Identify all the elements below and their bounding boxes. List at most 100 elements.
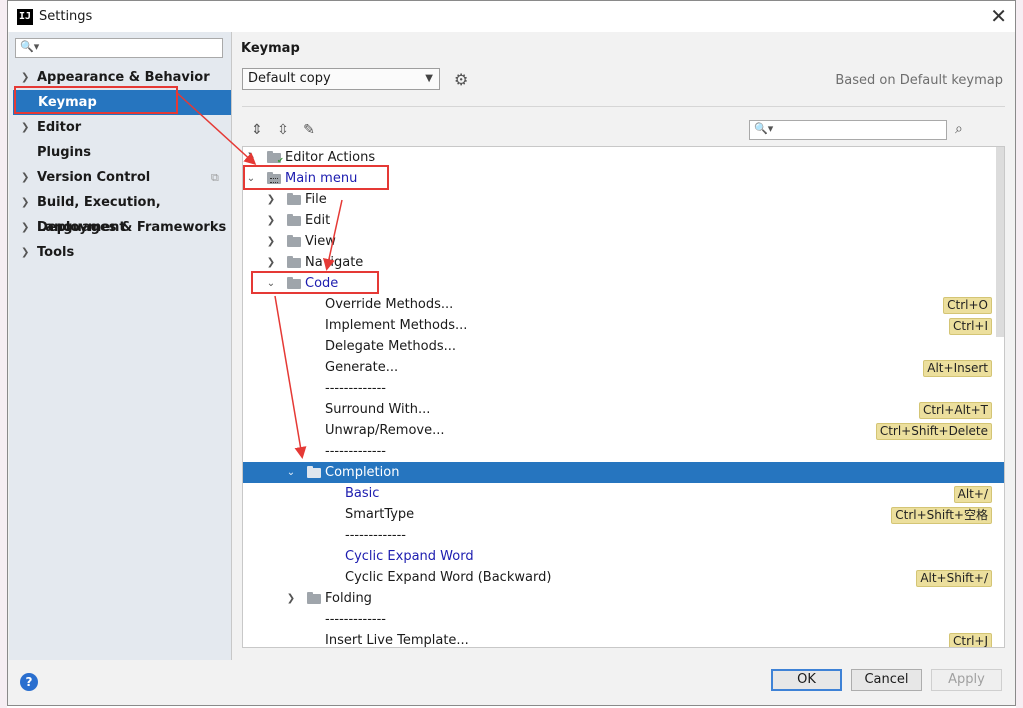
find-by-shortcut-icon[interactable]: ⌕ (955, 121, 963, 137)
tree-row-label: Cyclic Expand Word (Backward) (345, 570, 552, 585)
tree-row-label: Insert Live Template... (325, 633, 469, 648)
tree-row-action[interactable]: Override Methods... Ctrl+O (243, 294, 1004, 315)
tree-row-label: SmartType (345, 507, 415, 522)
expand-all-icon[interactable]: ⇕ (248, 122, 266, 138)
chevron-right-icon: ❯ (266, 215, 276, 226)
tree-row-label: Implement Methods... (325, 318, 468, 333)
tree-row-label: Navigate (305, 255, 364, 270)
tree-row-label: Unwrap/Remove... (325, 423, 445, 438)
cancel-button[interactable]: Cancel (851, 669, 922, 691)
chevron-right-icon: ❯ (21, 222, 30, 233)
sidebar-search-input[interactable]: 🔍▾ (15, 38, 223, 58)
collapse-all-icon[interactable]: ⇳ (274, 122, 292, 138)
sidebar-item-label: Tools (37, 245, 75, 260)
chevron-down-icon: ▼ (425, 73, 433, 84)
gear-icon[interactable]: ⚙ (454, 70, 468, 89)
shortcut-badge: Ctrl+J (949, 633, 992, 647)
tree-row-folding[interactable]: ❯ Folding (243, 588, 1004, 609)
folder-icon (307, 466, 321, 478)
tree-row-label: View (305, 234, 336, 249)
tree-row-label: File (305, 192, 327, 207)
tree-row-action[interactable]: Basic Alt+/ (243, 483, 1004, 504)
based-on-label: Based on Default keymap (835, 73, 1003, 88)
separator-label: ------------- (325, 381, 386, 396)
keymap-tree: ❯ ✔ Editor Actions ⌄ Main menu ❯ File ❯ … (242, 146, 1005, 648)
keymap-select[interactable]: Default copy ▼ (242, 68, 440, 90)
annotation-main-menu-box (243, 165, 389, 190)
annotation-code-box (251, 271, 379, 294)
action-search-input[interactable]: 🔍▾ (749, 120, 947, 140)
sidebar-item-tools[interactable]: ❯ Tools (9, 240, 231, 265)
separator-label: ------------- (325, 612, 386, 627)
ok-button[interactable]: OK (771, 669, 842, 691)
chevron-down-icon: ⌄ (286, 467, 296, 478)
sidebar-item-plugins[interactable]: Plugins (9, 140, 231, 165)
shortcut-badge: Ctrl+I (949, 318, 992, 335)
apply-button[interactable]: Apply (931, 669, 1002, 691)
chevron-right-icon: ❯ (21, 172, 30, 183)
tree-row-label: Generate... (325, 360, 399, 375)
chevron-right-icon: ❯ (21, 122, 30, 133)
tree-row-label: Override Methods... (325, 297, 454, 312)
chevron-right-icon: ❯ (266, 194, 276, 205)
sidebar-item-build-execution-deployment[interactable]: ❯ Build, Execution, Deployment (9, 190, 231, 235)
settings-sidebar: 🔍▾ ❯ Appearance & Behavior Keymap ❯ Edit… (9, 32, 232, 660)
tree-row-separator: ------------- (243, 525, 1004, 546)
page-title: Keymap (241, 41, 300, 56)
chevron-right-icon: ❯ (286, 593, 296, 604)
folder-icon (287, 256, 301, 268)
shortcut-badge: Ctrl+O (943, 297, 992, 314)
tree-row-label: Cyclic Expand Word (345, 549, 474, 564)
separator-label: ------------- (345, 528, 406, 543)
tree-row-label: Basic (345, 486, 380, 501)
tree-row-file[interactable]: ❯ File (243, 189, 1004, 210)
keymap-select-value: Default copy (248, 71, 331, 86)
chevron-right-icon: ❯ (266, 257, 276, 268)
folder-icon (287, 235, 301, 247)
edit-pencil-icon[interactable]: ✎ (300, 122, 318, 138)
help-icon[interactable]: ? (20, 673, 38, 691)
separator-label: ------------- (325, 444, 386, 459)
header-divider (242, 106, 1005, 107)
tree-row-label: Completion (325, 465, 400, 480)
sidebar-item-languages-frameworks[interactable]: ❯ Languages & Frameworks (9, 215, 231, 240)
sidebar-item-version-control[interactable]: ❯ Version Control ⧉ (9, 165, 231, 190)
sidebar-item-editor[interactable]: ❯ Editor (9, 115, 231, 140)
background-desktop-left (0, 0, 7, 708)
chevron-right-icon: ❯ (266, 236, 276, 247)
tree-row-action[interactable]: Generate... Alt+Insert (243, 357, 1004, 378)
tree-row-action[interactable]: Implement Methods... Ctrl+I (243, 315, 1004, 336)
tree-row-view[interactable]: ❯ View (243, 231, 1004, 252)
title-bar: IJ Settings ✕ (8, 1, 1015, 32)
shortcut-badge: Ctrl+Shift+空格 (891, 507, 992, 524)
tree-row-action[interactable]: Cyclic Expand Word (Backward) Alt+Shift+… (243, 567, 1004, 588)
tree-row-label: Folding (325, 591, 372, 606)
search-icon: 🔍▾ (20, 40, 40, 53)
sidebar-item-label: Plugins (37, 145, 91, 160)
tree-row-action[interactable]: Unwrap/Remove... Ctrl+Shift+Delete (243, 420, 1004, 441)
chevron-right-icon: ❯ (21, 197, 30, 208)
tree-row-separator: ------------- (243, 609, 1004, 630)
sidebar-item-label: Editor (37, 120, 82, 135)
tree-row-action[interactable]: Insert Live Template... Ctrl+J (243, 630, 1004, 648)
tree-row-action[interactable]: Cyclic Expand Word (243, 546, 1004, 567)
tree-row-edit[interactable]: ❯ Edit (243, 210, 1004, 231)
folder-icon: ✔ (267, 151, 284, 165)
shortcut-badge: Alt+/ (953, 486, 992, 503)
app-logo-icon: IJ (17, 9, 33, 25)
close-icon[interactable]: ✕ (990, 4, 1007, 28)
shortcut-badge: Alt+Insert (923, 360, 992, 377)
tree-row-action[interactable]: Delegate Methods... (243, 336, 1004, 357)
folder-icon (307, 592, 321, 604)
sidebar-item-label: Version Control (37, 170, 151, 185)
tree-row-action[interactable]: SmartType Ctrl+Shift+空格 (243, 504, 1004, 525)
tree-row-action[interactable]: Surround With... Ctrl+Alt+T (243, 399, 1004, 420)
shortcut-badge: Alt+Shift+/ (916, 570, 992, 587)
tree-row-completion[interactable]: ⌄ Completion (243, 462, 1004, 483)
tree-row-separator: ------------- (243, 441, 1004, 462)
folder-icon (287, 214, 301, 226)
tree-row-navigate[interactable]: ❯ Navigate (243, 252, 1004, 273)
project-settings-icon: ⧉ (211, 171, 219, 184)
tree-row-label: Surround With... (325, 402, 431, 417)
search-icon: 🔍▾ (754, 122, 774, 135)
